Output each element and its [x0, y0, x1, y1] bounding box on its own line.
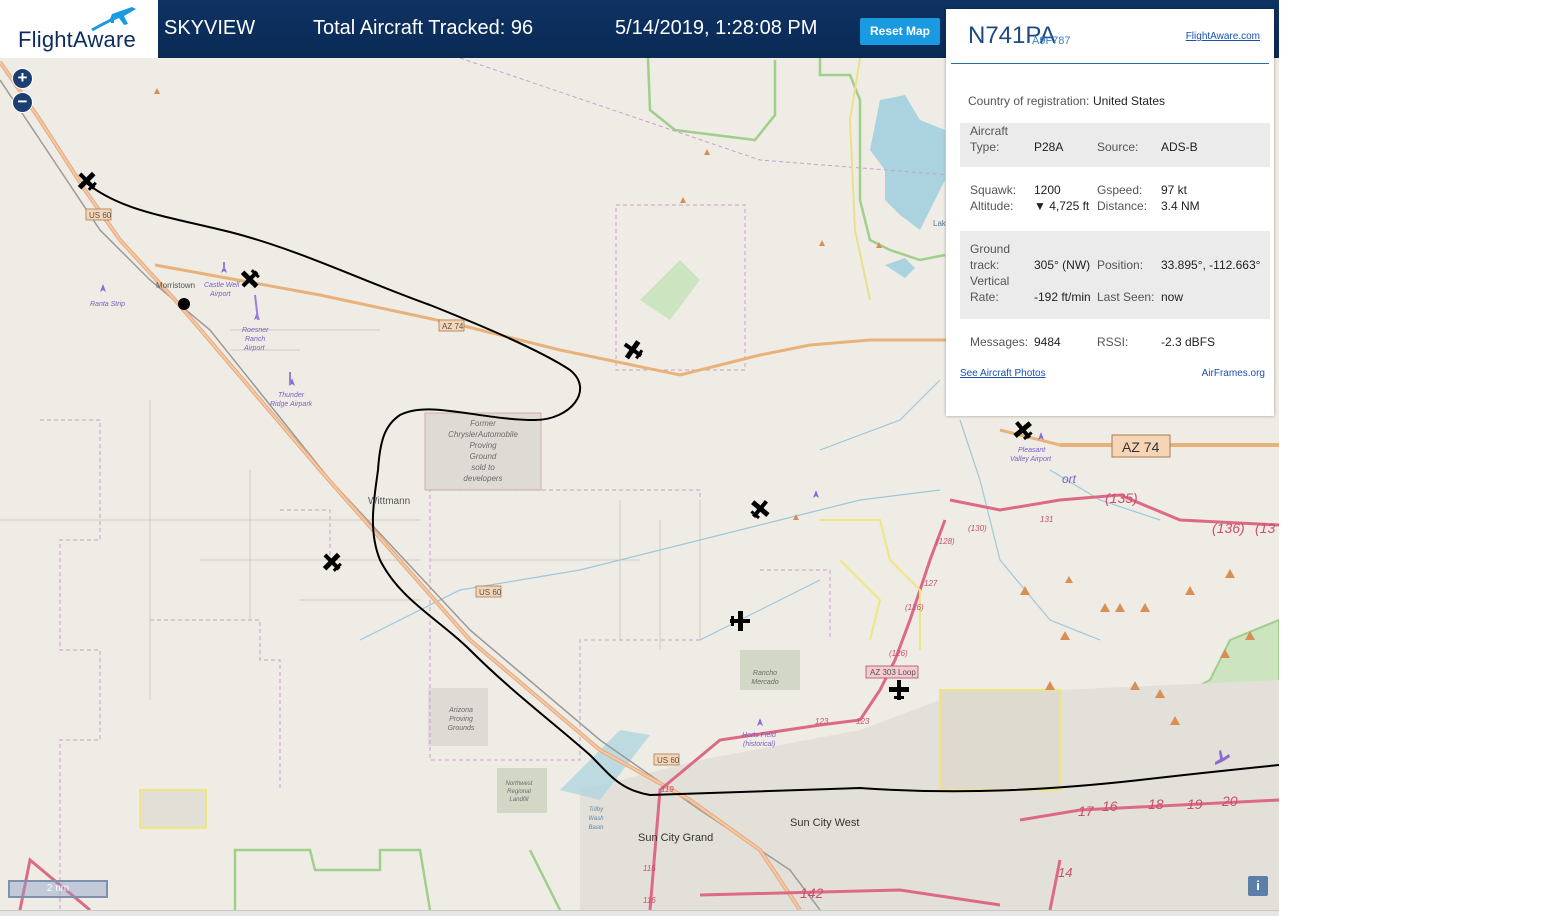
svg-text:Ranta Strip: Ranta Strip: [90, 301, 125, 308]
flightaware-link[interactable]: FlightAware.com: [1186, 31, 1260, 42]
label-us60-a: US 60: [89, 211, 112, 220]
country-row: Country of registration: United States: [968, 94, 1166, 108]
svg-text:(128): (128): [936, 537, 955, 546]
airframes-link[interactable]: AirFrames.org: [1202, 368, 1265, 379]
svg-text:16: 16: [1102, 798, 1118, 814]
reset-map-button[interactable]: Reset Map: [860, 18, 940, 45]
svg-text:(130): (130): [968, 524, 987, 533]
track-value: 305° (NW): [1034, 258, 1091, 272]
gspeed-value: 97 kt: [1161, 183, 1188, 197]
label-az303: AZ 303 Loop: [870, 668, 916, 677]
svg-text:116: 116: [643, 864, 656, 873]
svg-text:14: 14: [1058, 865, 1072, 880]
svg-text:116: 116: [643, 896, 656, 905]
flightaware-logo[interactable]: FlightAware: [0, 0, 158, 58]
svg-text:Airport: Airport: [243, 345, 266, 352]
svg-text:Mercado: Mercado: [751, 679, 778, 686]
svg-text:Airport: Airport: [209, 291, 232, 298]
label-suncitywest: Sun City West: [790, 817, 860, 829]
altitude-value: ▼ 4,725 ft: [1034, 199, 1090, 213]
aircraft-count: Total Aircraft Tracked: 96: [313, 17, 534, 39]
aircraft-info-panel: N741PA A9F787 FlightAware.com Country of…: [946, 9, 1274, 416]
label-lake: Lak: [933, 219, 947, 228]
zoom-out-button[interactable]: −: [12, 92, 33, 113]
svg-text:Ground: Ground: [470, 452, 497, 461]
svg-text:Pleasant: Pleasant: [1018, 447, 1046, 454]
aircraft-type-value: P28A: [1034, 140, 1064, 154]
label-us60-b: US 60: [479, 588, 502, 597]
track-row: Ground track: 305° (NW) Position: 33.895…: [960, 231, 1270, 319]
timestamp: 5/14/2019, 1:28:08 PM: [615, 17, 818, 39]
label-az74-b: AZ 74: [1122, 439, 1160, 455]
svg-text:(13: (13: [1255, 520, 1275, 536]
svg-text:Castle Well: Castle Well: [204, 282, 240, 289]
source-value: ADS-B: [1161, 140, 1198, 154]
info-button[interactable]: i: [1248, 876, 1268, 896]
svg-text:(126): (126): [905, 603, 924, 612]
rssi-value: -2.3 dBFS: [1161, 335, 1216, 349]
svg-text:123: 123: [815, 717, 829, 726]
svg-text:123: 123: [856, 717, 870, 726]
svg-text:(136): (136): [1212, 520, 1245, 536]
svg-text:Trilby: Trilby: [589, 807, 604, 813]
svg-text:18: 18: [1148, 796, 1164, 812]
svg-text:(135): (135): [1105, 490, 1138, 506]
svg-text:20: 20: [1221, 793, 1238, 809]
svg-text:Former: Former: [470, 419, 496, 428]
horizontal-scrollbar[interactable]: [0, 910, 1279, 916]
type-row: Aircraft Type: P28A Source: ADS-B: [960, 123, 1270, 167]
svg-text:19: 19: [1187, 796, 1203, 812]
svg-text:Regional: Regional: [507, 789, 531, 795]
svg-text:17: 17: [1078, 803, 1095, 819]
svg-text:developers: developers: [463, 474, 502, 483]
lastseen-value: now: [1161, 290, 1184, 304]
svg-text:Horts Field: Horts Field: [742, 732, 777, 739]
aircraft-photos-link[interactable]: See Aircraft Photos: [960, 368, 1046, 379]
svg-text:142: 142: [800, 885, 824, 901]
svg-text:Arizona: Arizona: [448, 707, 473, 714]
position-value: 33.895°, -112.663°: [1161, 258, 1261, 272]
svg-text:Proving: Proving: [469, 441, 497, 450]
label-suncitygrand: Sun City Grand: [638, 832, 713, 844]
svg-text:(historical): (historical): [743, 741, 775, 748]
svg-text:119: 119: [661, 785, 674, 794]
svg-text:Valley Airport: Valley Airport: [1010, 456, 1052, 463]
svg-text:Rancho: Rancho: [753, 670, 777, 677]
svg-text:131: 131: [1040, 515, 1053, 524]
label-az74-a: AZ 74: [442, 322, 464, 331]
panel-divider: [951, 63, 1269, 64]
svg-text:Basin: Basin: [588, 825, 604, 831]
zoom-in-button[interactable]: +: [12, 68, 33, 89]
squawk-value: 1200: [1034, 183, 1061, 197]
svg-text:ort: ort: [1062, 472, 1077, 486]
svg-text:Grounds: Grounds: [448, 725, 475, 732]
messages-value: 9484: [1034, 335, 1061, 349]
plane-logo-icon: [91, 7, 136, 32]
label-wittmann: Wittmann: [368, 496, 410, 507]
svg-text:Ridge Airpark: Ridge Airpark: [270, 401, 313, 408]
map-scale: 2 nm: [8, 880, 108, 898]
svg-text:127: 127: [924, 579, 938, 588]
svg-text:(126): (126): [889, 649, 908, 658]
vrate-value: -192 ft/min: [1034, 290, 1091, 304]
svg-text:Ranch: Ranch: [245, 336, 265, 343]
squawk-row: Squawk: 1200 Gspeed: 97 kt Altitude: ▼ 4…: [970, 183, 1200, 213]
svg-text:Thunder: Thunder: [278, 392, 305, 399]
label-us60-c: US 60: [657, 756, 680, 765]
aircraft-hex: A9F787: [1032, 35, 1071, 47]
messages-row: Messages: 9484 RSSI: -2.3 dBFS: [970, 335, 1216, 349]
svg-text:ChryslerAutomobile: ChryslerAutomobile: [448, 430, 518, 439]
aircraft-markers: [77, 171, 1033, 700]
app-title: SKYVIEW: [164, 17, 256, 39]
label-morristown: Morristown: [156, 281, 195, 290]
svg-text:Wash: Wash: [588, 816, 604, 822]
svg-text:Roesner: Roesner: [242, 327, 269, 334]
svg-text:Northwest: Northwest: [505, 781, 532, 787]
svg-text:Proving: Proving: [449, 716, 473, 723]
distance-value: 3.4 NM: [1161, 199, 1200, 213]
country-value: United States: [1093, 94, 1166, 108]
svg-text:Landfill: Landfill: [509, 797, 529, 803]
svg-text:sold to: sold to: [471, 463, 495, 472]
